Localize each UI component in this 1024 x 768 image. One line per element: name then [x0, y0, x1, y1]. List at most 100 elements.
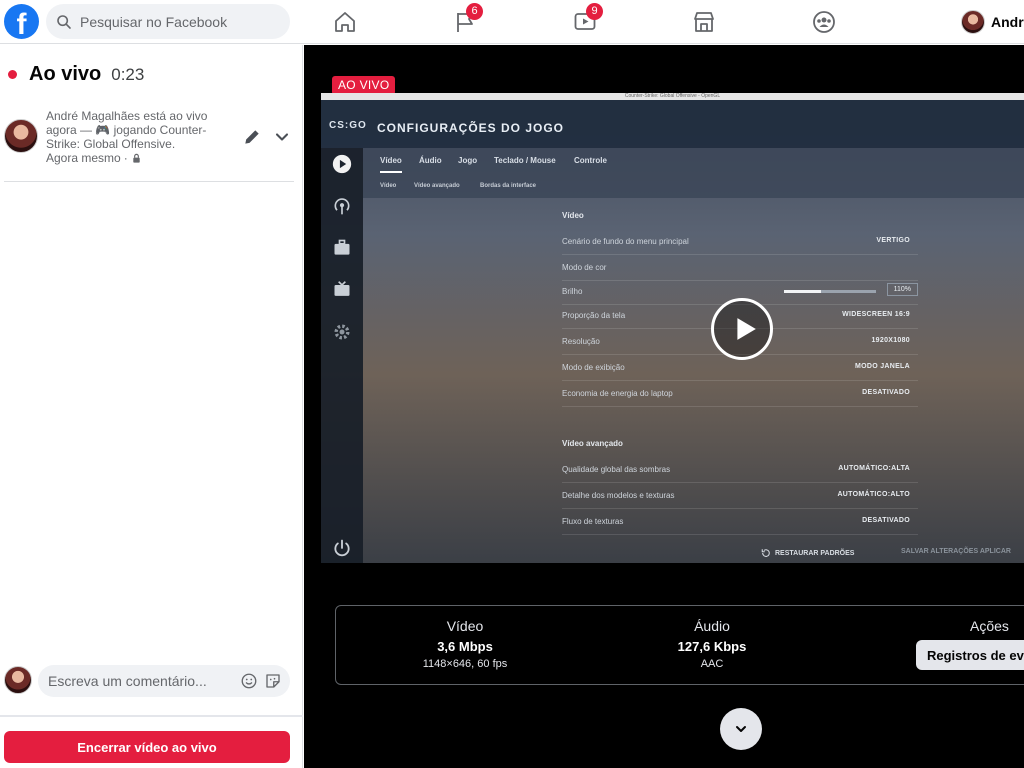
audio-bitrate: 127,6 Kbps: [677, 639, 747, 654]
power-icon: [334, 539, 350, 557]
home-icon: [335, 12, 355, 32]
brightness-slider: [784, 290, 876, 293]
restore-icon: [761, 549, 770, 557]
store-icon: [694, 12, 714, 32]
post-text: André Magalhães está ao vivo agora — 🎮 j…: [46, 109, 208, 151]
setting-value: DESATIVADO: [862, 389, 910, 396]
scroll-down-button[interactable]: [720, 708, 762, 750]
setting-value: AUTOMÁTICO:ALTO: [837, 491, 910, 498]
slider-fill: [784, 290, 821, 293]
emoji-icon[interactable]: [240, 672, 258, 690]
search-bar[interactable]: [46, 4, 290, 39]
setting-value: 1920X1080: [871, 337, 910, 344]
watch-badge: 9: [586, 3, 603, 20]
stream-stats: Vídeo 3,6 Mbps 1148×646, 60 fps Áudio 12…: [335, 605, 1024, 685]
tab-video: Vídeo: [380, 156, 402, 173]
video-bitrate: 3,6 Mbps: [437, 639, 493, 654]
live-video-preview[interactable]: Counter-Strike: Global Offensive - OpenG…: [321, 93, 1024, 563]
live-side-panel: Ao vivo 0:23 André Magalhães está ao viv…: [0, 45, 303, 768]
setting-value: VERTIGO: [876, 237, 910, 244]
gear-icon: [334, 324, 350, 340]
tab-game: Jogo: [458, 156, 478, 165]
nav-groups[interactable]: [811, 9, 837, 35]
section-title: Vídeo avançado: [562, 439, 623, 448]
game-header: CS:GO CONFIGURAÇÕES DO JOGO: [321, 100, 1024, 148]
video-resolution: 1148×646, 60 fps: [422, 658, 508, 670]
comment-composer: [4, 665, 294, 697]
live-title: Ao vivo: [29, 63, 102, 85]
setting-label: Brilho: [562, 287, 583, 296]
setting-row: Cenário de fundo do menu principal VERTI…: [562, 229, 918, 255]
setting-label: Proporção da tela: [562, 311, 626, 320]
tab-controller: Controle: [574, 156, 607, 165]
setting-row: Modo de cor: [562, 255, 918, 281]
broadcast-icon: [334, 198, 350, 215]
search-icon: [57, 14, 71, 29]
play-icon: [737, 318, 756, 340]
setting-row: Fluxo de texturas DESATIVADO: [562, 509, 918, 535]
groups-icon: [813, 11, 835, 33]
facebook-logo-icon[interactable]: f: [4, 4, 39, 39]
setting-label: Modo de cor: [562, 263, 607, 272]
avatar: [961, 10, 985, 34]
nav-watch[interactable]: 9: [572, 3, 603, 35]
top-bar: f 6 9 André: [0, 0, 1024, 44]
pencil-icon[interactable]: [242, 127, 262, 147]
end-live-video-button[interactable]: Encerrar vídeo ao vivo: [4, 731, 290, 763]
setting-row: Detalhe dos modelos e texturas AUTOMÁTIC…: [562, 483, 918, 509]
avatar: [4, 666, 32, 694]
game-sidebar: [321, 148, 363, 563]
nav-home[interactable]: [332, 9, 358, 35]
chevron-down-icon: [736, 726, 746, 732]
restore-defaults: RESTAURAR PADRÕES: [761, 548, 854, 558]
event-logs-button[interactable]: Registros de eventos: [916, 640, 1024, 670]
pages-badge: 6: [466, 3, 483, 20]
setting-label: Cenário de fundo do menu principal: [562, 237, 689, 246]
setting-value: MODO JANELA: [854, 363, 910, 370]
search-input[interactable]: [80, 13, 280, 30]
nav-pages[interactable]: 6: [452, 3, 483, 35]
save-apply-text: SALVAR ALTERAÇÕES APLICAR: [901, 548, 1011, 555]
tab-audio: Áudio: [419, 156, 442, 165]
actions-title: Ações: [970, 618, 1009, 634]
subtab-video: Vídeo: [380, 183, 397, 189]
setting-label: Modo de exibição: [562, 363, 625, 372]
audio-stats: Áudio 127,6 Kbps AAC: [612, 618, 812, 670]
setting-label: Qualidade global das sombras: [562, 465, 671, 474]
play-button[interactable]: [711, 298, 773, 360]
game-window-titlebar: Counter-Strike: Global Offensive - OpenG…: [321, 93, 1024, 100]
divider: [0, 715, 303, 717]
profile-link[interactable]: André: [961, 10, 1024, 34]
comment-input[interactable]: [48, 673, 234, 689]
game-settings-title: CONFIGURAÇÕES DO JOGO: [377, 121, 565, 135]
divider: [4, 181, 294, 182]
setting-row: Qualidade global das sombras AUTOMÁTICO:…: [562, 457, 918, 483]
profile-name: André: [991, 14, 1024, 30]
live-header: Ao vivo 0:23: [8, 63, 144, 86]
tab-keyboard-mouse: Teclado / Mouse: [494, 156, 556, 165]
section-title: Vídeo: [562, 211, 584, 220]
tv-icon: [334, 281, 350, 296]
setting-value: AUTOMÁTICO:ALTA: [838, 465, 910, 472]
setting-value: 110%: [886, 283, 918, 296]
game-settings-tabs: Vídeo Áudio Jogo Teclado / Mouse Control…: [363, 148, 1024, 198]
chevron-down-icon[interactable]: [272, 127, 292, 147]
avatar[interactable]: [4, 119, 38, 153]
play-circle-icon: [332, 154, 352, 174]
sticker-icon[interactable]: [264, 672, 282, 690]
nav-marketplace[interactable]: [691, 9, 717, 35]
audio-codec: AAC: [700, 658, 724, 670]
stat-title: Vídeo: [446, 618, 484, 634]
subtab-hud-borders: Bordas da interface: [480, 183, 537, 189]
briefcase-icon: [334, 239, 350, 255]
setting-label: Fluxo de texturas: [562, 517, 624, 526]
post-time: Agora mesmo: [46, 151, 121, 165]
comment-box[interactable]: [38, 665, 290, 697]
setting-label: Resolução: [562, 337, 600, 346]
csgo-logo: CS:GO: [329, 120, 367, 131]
video-stats: Vídeo 3,6 Mbps 1148×646, 60 fps: [365, 618, 565, 670]
setting-value: WIDESCREEN 16:9: [842, 311, 910, 318]
video-stage: AO VIVO Counter-Strike: Global Offensive…: [304, 45, 1024, 768]
subtab-advanced-video: Vídeo avançado: [414, 183, 460, 189]
live-timer: 0:23: [111, 64, 145, 84]
